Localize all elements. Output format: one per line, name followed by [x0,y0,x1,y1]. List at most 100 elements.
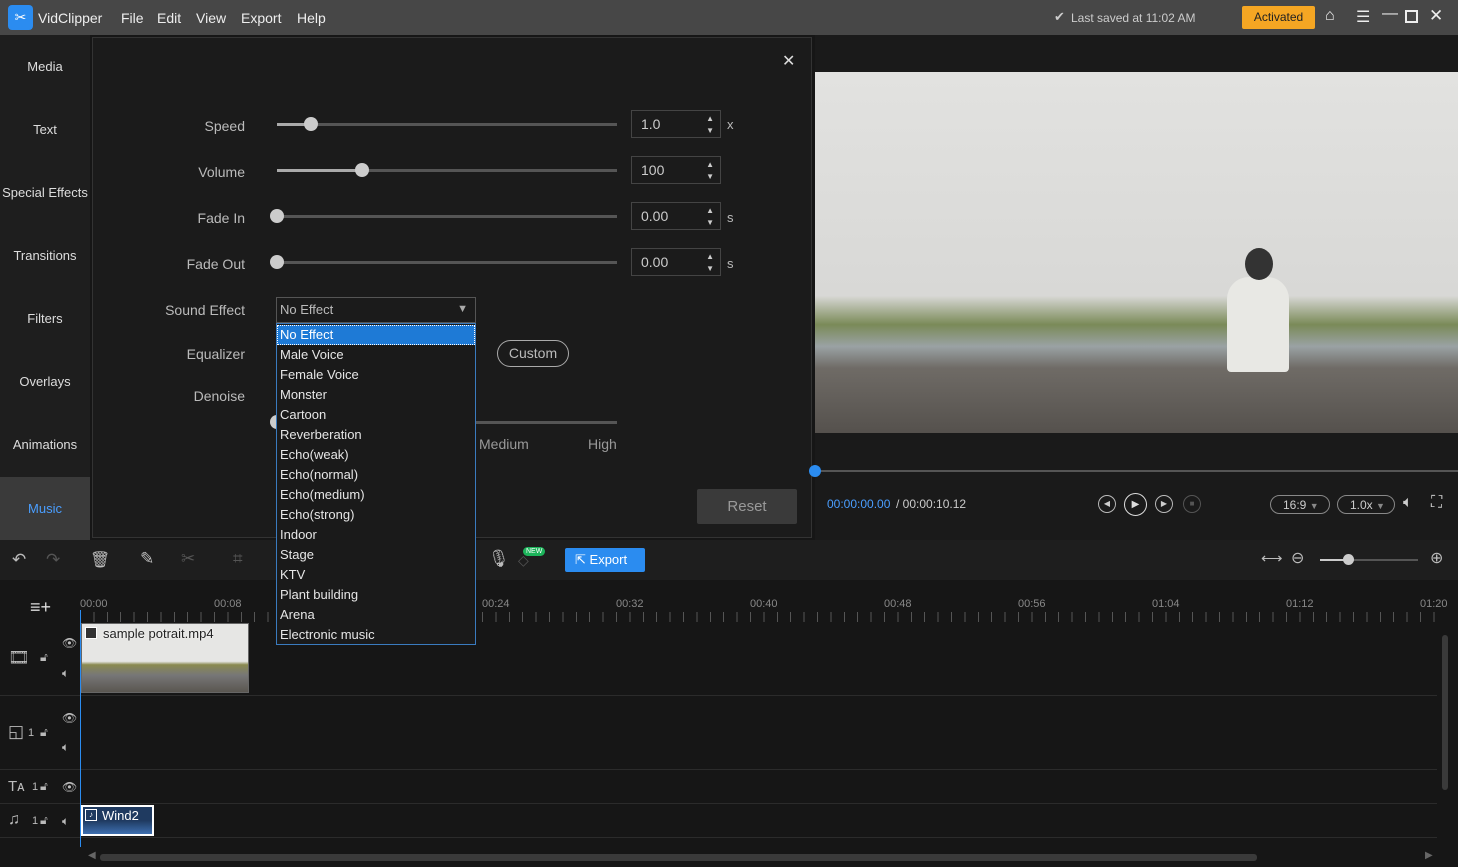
sound-effect-option[interactable]: Monster [277,385,475,405]
fade-in-slider[interactable] [270,209,617,223]
menu-edit[interactable]: Edit [157,10,181,26]
lock-icon[interactable]: 🔓︎ [40,725,48,740]
timeline-zoom-slider[interactable] [1320,554,1418,565]
fit-timeline-icon[interactable]: ⟷ [1261,549,1283,567]
fullscreen-icon[interactable]: ⛶ [1431,494,1442,512]
reset-button[interactable]: Reset [697,489,797,524]
speaker-icon[interactable]: 🔈︎ [62,814,69,829]
sound-effect-option[interactable]: Echo(medium) [277,485,475,505]
crop-icon[interactable]: ⌗ [233,549,243,569]
sound-effect-option[interactable]: No Effect [277,325,475,345]
sound-effect-option[interactable]: KTV [277,565,475,585]
voiceover-icon[interactable]: 🎙︎ [488,549,510,569]
speaker-icon[interactable]: 🔈︎ [62,666,69,681]
person-figure [1227,277,1289,372]
playback-progress[interactable] [815,470,1458,472]
volume-icon[interactable]: 🔈︎ [1403,494,1413,512]
up-arrow-icon[interactable]: ▲ [706,160,714,169]
scroll-right-icon[interactable]: ▶ [1425,850,1433,861]
volume-stepper[interactable]: 100 ▲ ▼ [631,156,721,184]
close-window-icon[interactable]: ✕ [1429,6,1443,26]
custom-button[interactable]: Custom [497,340,569,367]
up-arrow-icon[interactable]: ▲ [706,206,714,215]
aspect-ratio-select[interactable]: 16:9 ▼ [1270,495,1330,514]
stop-icon[interactable]: ■ [1183,495,1201,513]
play-icon[interactable]: ▶ [1124,493,1147,516]
ruler-tick-label: 00:56 [1018,598,1046,610]
playhead-handle[interactable] [809,465,821,477]
audio-clip[interactable]: ♪ Wind2 [81,805,154,836]
vertical-scrollbar[interactable] [1442,635,1448,790]
up-arrow-icon[interactable]: ▲ [706,252,714,261]
export-button[interactable]: ⇱ Export [565,548,645,572]
eye-icon[interactable]: 👁︎ [62,636,77,650]
down-arrow-icon[interactable]: ▼ [706,172,714,181]
sidebar-item-transitions[interactable]: Transitions [0,224,90,287]
sidebar: Media Text Special Effects Transitions F… [0,35,90,540]
delete-icon[interactable]: 🗑︎ [90,550,110,570]
undo-icon[interactable]: ↶ [12,550,26,570]
down-arrow-icon[interactable]: ▼ [706,126,714,135]
zoom-out-icon[interactable]: ⊖ [1291,548,1304,568]
sidebar-item-special-effects[interactable]: Special Effects [0,161,90,224]
sound-effect-option[interactable]: Male Voice [277,345,475,365]
sidebar-item-overlays[interactable]: Overlays [0,350,90,413]
sidebar-item-animations[interactable]: Animations [0,413,90,476]
fade-out-stepper[interactable]: 0.00 ▲ ▼ [631,248,721,276]
down-arrow-icon[interactable]: ▼ [706,264,714,273]
sound-effect-dropdown[interactable]: No Effect ▼ [276,297,476,323]
maximize-icon[interactable] [1405,10,1418,23]
sidebar-item-text[interactable]: Text [0,98,90,161]
menu-file[interactable]: File [121,10,144,26]
speaker-icon[interactable]: 🔈︎ [62,740,69,755]
zoom-in-icon[interactable]: ⊕ [1430,548,1443,568]
sidebar-item-music[interactable]: Music [0,477,90,540]
menu-icon[interactable]: ☰ [1356,7,1370,27]
lock-icon[interactable]: 🔓︎ [40,813,48,828]
lock-icon[interactable]: 🔓︎ [40,779,48,794]
ruler-tick-label: 00:08 [214,598,242,610]
cut-icon[interactable]: ✂ [181,549,195,569]
app-title: VidClipper [38,10,103,26]
eye-icon[interactable]: 👁︎ [62,711,77,725]
scroll-left-icon[interactable]: ◀ [88,850,96,861]
edit-icon[interactable]: ✎ [140,549,154,569]
down-arrow-icon[interactable]: ▼ [706,218,714,227]
volume-slider[interactable] [277,163,617,177]
fade-in-stepper[interactable]: 0.00 ▲ ▼ [631,202,721,230]
sidebar-item-filters[interactable]: Filters [0,287,90,350]
sound-effect-option[interactable]: Reverberation [277,425,475,445]
speed-select[interactable]: 1.0x ▼ [1337,495,1395,514]
speed-stepper[interactable]: 1.0 ▲ ▼ [631,110,721,138]
sound-effect-option[interactable]: Arena [277,605,475,625]
close-icon[interactable]: ✕ [782,51,795,71]
home-icon[interactable]: ⌂ [1325,7,1335,25]
sound-effect-option[interactable]: Stage [277,545,475,565]
sound-effect-option[interactable]: Cartoon [277,405,475,425]
speed-slider[interactable] [277,117,617,131]
menu-export[interactable]: Export [241,10,281,26]
fade-out-slider[interactable] [270,255,617,269]
sidebar-item-media[interactable]: Media [0,35,90,98]
minimize-icon[interactable]: — [1382,5,1398,23]
sound-effect-option[interactable]: Indoor [277,525,475,545]
timeline-playhead[interactable] [80,610,81,847]
sound-effect-option[interactable]: Female Voice [277,365,475,385]
menu-help[interactable]: Help [297,10,326,26]
sound-effect-option[interactable]: Echo(normal) [277,465,475,485]
redo-icon[interactable]: ↷ [46,550,60,570]
lock-icon[interactable]: 🔓︎ [40,650,48,665]
sound-effect-option[interactable]: Echo(strong) [277,505,475,525]
add-track-icon[interactable]: ≡+ [30,597,51,618]
eye-icon[interactable]: 👁︎ [62,780,77,794]
activated-badge[interactable]: Activated [1242,6,1315,29]
sound-effect-option[interactable]: Plant building [277,585,475,605]
horizontal-scrollbar[interactable] [100,854,1257,861]
video-clip[interactable]: sample potrait.mp4 [81,623,249,693]
menu-view[interactable]: View [196,10,226,26]
next-frame-icon[interactable]: ▶ [1155,495,1173,513]
up-arrow-icon[interactable]: ▲ [706,114,714,123]
previous-frame-icon[interactable]: ◀ [1098,495,1116,513]
sound-effect-option[interactable]: Electronic music [277,625,475,645]
sound-effect-option[interactable]: Echo(weak) [277,445,475,465]
